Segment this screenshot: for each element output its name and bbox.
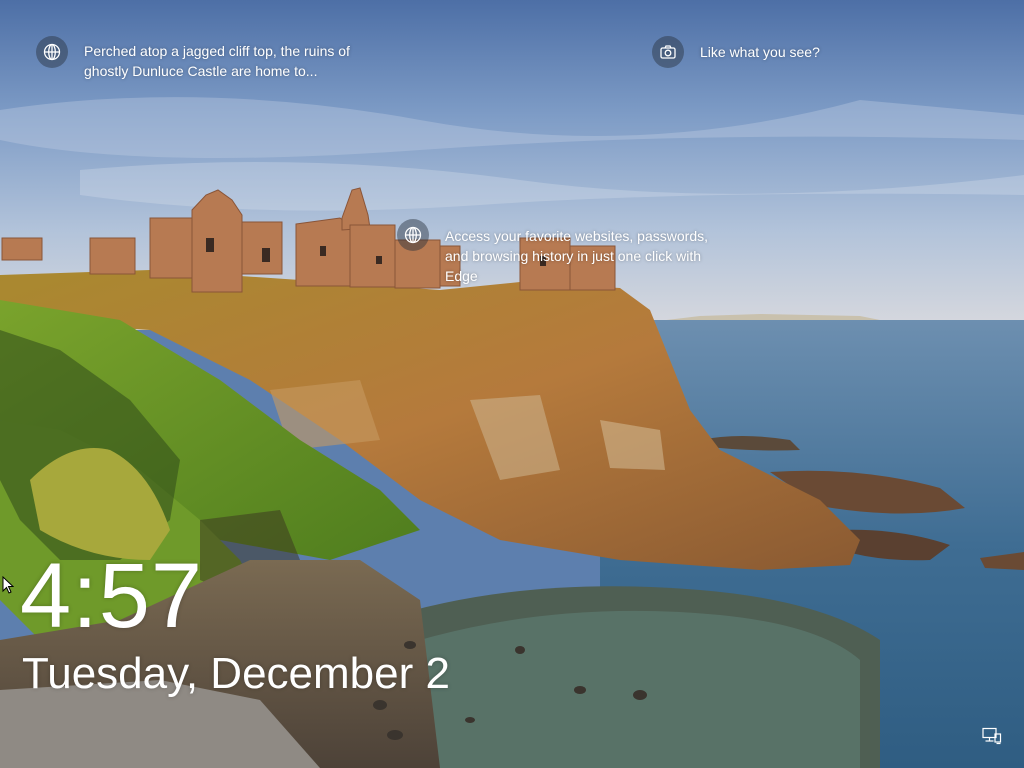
globe-icon xyxy=(397,219,429,251)
edge-promo-text: Access your favorite websites, passwords… xyxy=(445,228,708,284)
edge-promo[interactable]: Access your favorite websites, passwords… xyxy=(397,219,735,286)
mouse-cursor-icon xyxy=(2,576,14,594)
feedback-label: Like what you see? xyxy=(700,44,820,60)
globe-icon xyxy=(36,36,68,68)
clock-time: 4:57 xyxy=(20,545,204,647)
camera-icon xyxy=(652,36,684,68)
lock-screen[interactable]: Perched atop a jagged cliff top, the rui… xyxy=(0,0,1024,768)
network-icon[interactable] xyxy=(982,727,1002,745)
spotlight-castle-info[interactable]: Perched atop a jagged cliff top, the rui… xyxy=(36,36,374,81)
clock-date: Tuesday, December 2 xyxy=(22,649,450,698)
like-what-you-see-button[interactable]: Like what you see? xyxy=(652,36,820,68)
castle-caption: Perched atop a jagged cliff top, the rui… xyxy=(84,43,350,79)
